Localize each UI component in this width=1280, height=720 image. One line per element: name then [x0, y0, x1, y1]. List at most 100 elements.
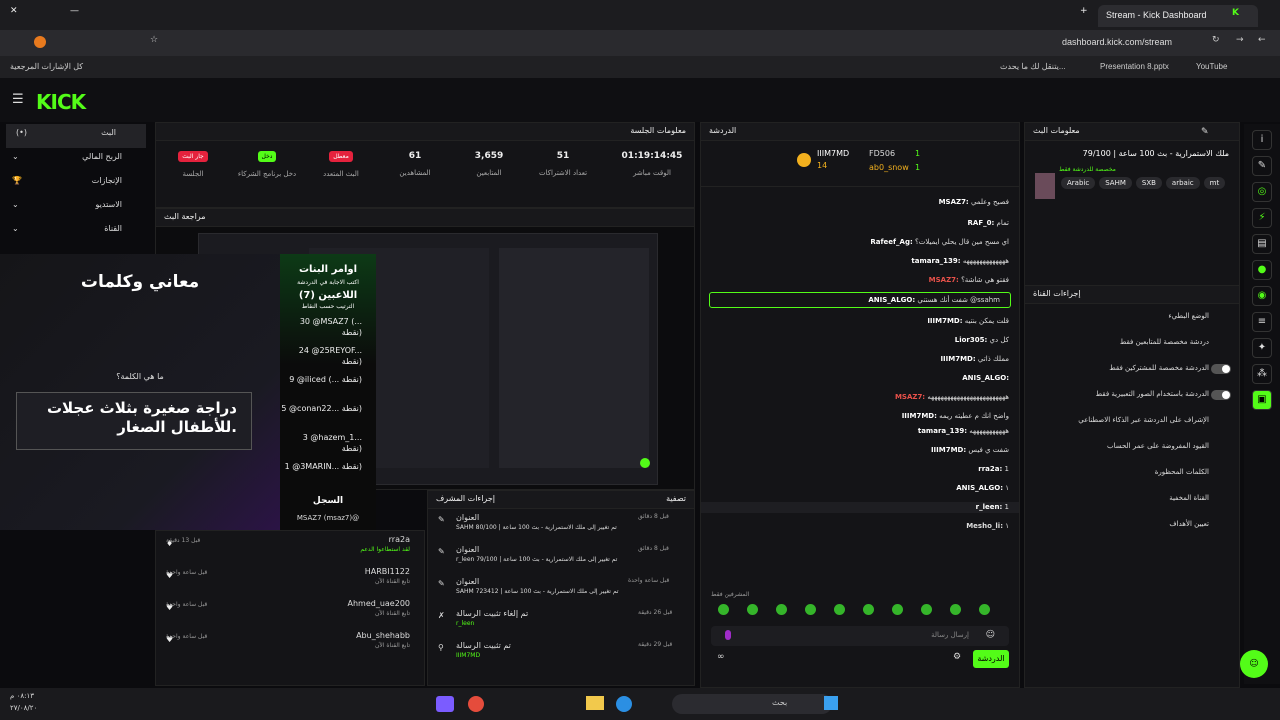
chat-user[interactable]: IIIM7MD: — [927, 317, 962, 325]
action-subs-only[interactable]: الدردشة مخصصة للمشتركين فقط — [1025, 356, 1239, 382]
chat-message[interactable]: ANIS_ALGO: ١ — [701, 483, 1019, 494]
chat-user[interactable]: IIIM7MD: — [931, 446, 966, 454]
chat-message[interactable]: Rafeef_Ag: اي مسح مين قال يحلي ايميلات؟ — [701, 237, 1019, 248]
chat-user[interactable]: r_leen: — [976, 503, 1003, 511]
clipboard-icon[interactable]: ▤ — [1252, 234, 1272, 254]
profile-icon[interactable] — [34, 36, 46, 48]
discord-app-icon[interactable] — [436, 696, 454, 712]
minimize-icon[interactable]: — — [70, 6, 79, 16]
activity-user[interactable]: rra2a — [389, 535, 410, 544]
emote-icon[interactable] — [979, 604, 990, 615]
send-button[interactable]: الدردشة — [973, 650, 1009, 668]
forward-icon[interactable]: → — [1236, 35, 1244, 45]
url-input[interactable]: dashboard.kick.com/stream — [1062, 37, 1172, 47]
pencil-icon[interactable]: ✎ — [1252, 156, 1272, 176]
chat-message[interactable]: IIIM7MD: واضح انك م عطيته ريمه — [701, 411, 1019, 422]
toggle-subs[interactable] — [1211, 364, 1231, 374]
tab-filter[interactable]: تصفية — [666, 494, 686, 503]
plugin-icon[interactable]: ▣ — [1252, 390, 1272, 410]
star-icon[interactable]: ☆ — [150, 35, 158, 45]
chat-user[interactable]: ANIS_ALGO: — [956, 484, 1003, 492]
chat-input[interactable]: إرسال رسالة ☺ — [711, 626, 1009, 646]
toggle-emote[interactable] — [1211, 390, 1231, 400]
list-icon[interactable]: ≡ — [1252, 312, 1272, 332]
chat-message[interactable]: r_leen: 1 — [701, 502, 1019, 513]
chrome-app-icon[interactable] — [468, 696, 484, 712]
activity-user[interactable]: Abu_shehabb — [356, 631, 410, 640]
action-ai-mod[interactable]: الإشراف على الدردشة عبر الذكاء الاصطناعي — [1025, 408, 1239, 434]
taskbar-search[interactable] — [672, 694, 832, 714]
windows-start-icon[interactable] — [824, 696, 838, 710]
emote-icon[interactable] — [834, 604, 845, 615]
chat-message[interactable]: Lior305: كل دي — [701, 335, 1019, 346]
emote-icon[interactable] — [747, 604, 758, 615]
emote-icon[interactable] — [863, 604, 874, 615]
live-icon[interactable]: ◉ — [1252, 286, 1272, 306]
action-emote-only[interactable]: الدردشة باستخدام الصور التعبيرية فقط — [1025, 382, 1239, 408]
chat-message[interactable]: RAF_0: تمام — [701, 218, 1019, 229]
sidebar-item-achievements[interactable]: الإنجازات 🏆 — [0, 172, 152, 196]
emoji-icon[interactable]: ☺ — [986, 630, 995, 640]
action-hidden-channel[interactable]: القناة المخفية — [1025, 486, 1239, 512]
activity-user[interactable]: Ahmed_uae200 — [348, 599, 411, 608]
chat-user[interactable]: tamara_139: — [911, 257, 960, 265]
help-chat-icon[interactable]: ☺ — [1240, 650, 1268, 678]
emote-icon[interactable] — [892, 604, 903, 615]
reload-icon[interactable]: ↻ — [1212, 35, 1220, 45]
chat-user[interactable]: IIIM7MD: — [940, 355, 975, 363]
edit-icon[interactable]: ✎ — [1201, 127, 1209, 137]
gear-icon[interactable]: ⚙ — [953, 652, 961, 662]
chat-user[interactable]: RAF_0: — [968, 219, 995, 227]
share-icon[interactable]: ⁂ — [1252, 364, 1272, 384]
emote-icon[interactable] — [950, 604, 961, 615]
sidebar-item-stream[interactable]: البث (•) — [6, 124, 146, 148]
chat-message[interactable]: MSAZ7: ههههههههههههههههههههههههه — [701, 392, 1019, 403]
top-user[interactable]: IIIM7MD — [817, 149, 849, 158]
chat-message[interactable]: IIIM7MD: شفت ي فيس — [701, 445, 1019, 456]
chat-user[interactable]: ANIS_ALGO: — [868, 296, 915, 304]
target-icon[interactable]: ◎ — [1252, 182, 1272, 202]
chat-user[interactable]: IIIM7MD: — [902, 412, 937, 420]
chat-user[interactable]: tamara_139: — [918, 427, 967, 435]
sidebar-item-studio[interactable]: الاستديو ⌄ — [0, 196, 152, 220]
action-banned-words[interactable]: الكلمات المحظورة — [1025, 460, 1239, 486]
sidebar-item-monetization[interactable]: الربح المالي ⌄ — [0, 148, 152, 172]
emote-icon[interactable] — [776, 604, 787, 615]
emote-icon[interactable] — [921, 604, 932, 615]
top-user[interactable]: FD506 — [869, 149, 895, 158]
chat-message[interactable]: IIIM7MD: مملك ذاتي — [701, 354, 1019, 365]
action-followers-only[interactable]: دردشة مخصصة للمتابعين فقط — [1025, 330, 1239, 356]
bolt-icon[interactable]: ⚡ — [1252, 208, 1272, 228]
top-user[interactable]: ab0_snow — [869, 163, 909, 172]
chat-user[interactable]: rra2a: — [978, 465, 1002, 473]
new-tab-icon[interactable]: + — [1080, 6, 1088, 16]
bookmark-news[interactable]: يتنقل لك ما يحدث... — [1000, 62, 1066, 71]
chat-message[interactable]: MSAZ7: فصيح وعلمي — [701, 197, 1019, 208]
chat-user[interactable]: MSAZ7: — [929, 276, 959, 284]
chat-message[interactable]: tamara_139: هههههههههههه — [701, 426, 1019, 437]
action-account-age[interactable]: القيود المفروضة على عمر الحساب — [1025, 434, 1239, 460]
bookmark-all[interactable]: كل الإشارات المرجعية — [10, 62, 83, 71]
activity-user[interactable]: HARBI1122 — [365, 567, 410, 576]
chat-message[interactable]: ANIS_ALGO: — [701, 373, 1019, 384]
folder-icon[interactable] — [586, 696, 604, 710]
sidebar-item-channel[interactable]: القناة ⌄ — [0, 220, 152, 244]
emote-icon[interactable] — [718, 604, 729, 615]
chat-message[interactable]: rra2a: 1 — [701, 464, 1019, 475]
chat-user[interactable]: MSAZ7: — [895, 393, 925, 401]
chat-message-mention[interactable]: ANIS_ALGO: شفت أنك هستني @ssahm — [709, 292, 1011, 308]
emote-icon[interactable] — [805, 604, 816, 615]
edge-app-icon[interactable] — [616, 696, 632, 712]
chat-user[interactable]: ANIS_ALGO: — [962, 374, 1009, 382]
chat-message[interactable]: MSAZ7: فقتو هي شاشة؟ — [701, 275, 1019, 286]
close-window-icon[interactable]: ✕ — [10, 6, 18, 16]
bookmark-youtube[interactable]: YouTube — [1196, 62, 1227, 71]
chat-bubble-icon[interactable]: ● — [1252, 260, 1272, 280]
chat-user[interactable]: Mesho_li: — [966, 522, 1003, 530]
mic-icon[interactable] — [725, 630, 731, 640]
action-goals[interactable]: تعيين الأهداف — [1025, 512, 1239, 538]
chat-message[interactable]: Mesho_li: ١ — [701, 521, 1019, 532]
action-slow-mode[interactable]: الوضع البطيء — [1025, 304, 1239, 330]
kick-logo[interactable]: KICK — [36, 90, 86, 114]
chat-message[interactable]: IIIM7MD: قلت يمكن بنتيه — [701, 316, 1019, 327]
